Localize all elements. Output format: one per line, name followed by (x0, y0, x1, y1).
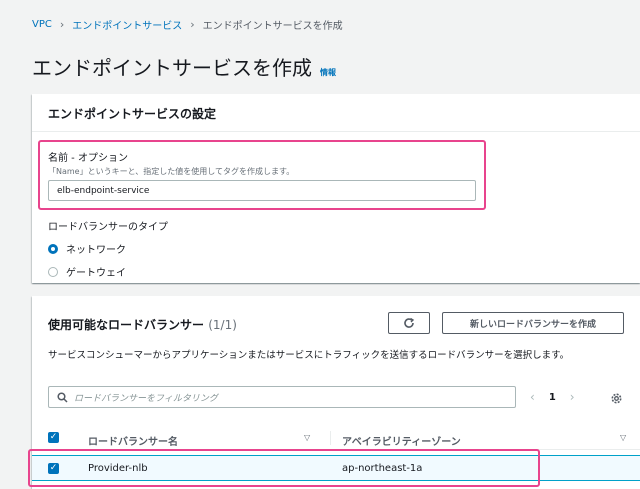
chevron-right-icon: › (59, 18, 65, 31)
row-lb-name: Provider-nlb (88, 463, 148, 474)
lb-type-label: ロードバランサーのタイプ (48, 222, 168, 233)
row-az: ap-northeast-1a (342, 463, 423, 474)
refresh-button[interactable] (388, 312, 430, 334)
lb-count: (1/1) (208, 318, 237, 332)
lb-type-group: ロードバランサーのタイプ ネットワーク ゲートウェイ (48, 218, 168, 279)
lb-panel-description: サービスコンシューマーからアプリケーションまたはサービスにトラフィックを送信する… (48, 350, 570, 361)
radio-network[interactable]: ネットワーク (48, 241, 168, 256)
page-number[interactable]: 1 (549, 392, 556, 403)
page-title: エンドポイントサービスを作成 情報 (32, 52, 336, 81)
name-input[interactable] (48, 180, 476, 201)
filter-input[interactable]: ロードバランサーをフィルタリング (48, 386, 516, 408)
row-checkbox[interactable]: ✓ (48, 463, 59, 474)
filter-placeholder: ロードバランサーをフィルタリング (74, 393, 218, 404)
name-field-group: 名前 - オプション 「Name」というキーと、指定した値を使用してタグを作成し… (48, 149, 294, 177)
radio-checked-icon[interactable] (48, 243, 58, 254)
sort-down-icon[interactable]: ▽ (304, 433, 310, 442)
radio-network-label: ネットワーク (66, 245, 126, 256)
breadcrumb-current: エンドポイントサービスを作成 (202, 21, 343, 32)
load-balancers-panel: 使用可能なロードバランサー (1/1) 新しいロードバランサーを作成 サービスコ… (28, 296, 640, 489)
gear-icon[interactable] (610, 390, 623, 409)
breadcrumb: VPC › エンドポイントサービス › エンドポイントサービスを作成 (32, 17, 343, 32)
settings-panel-header: エンドポイントサービスの設定 (32, 94, 640, 132)
lb-panel-header: 使用可能なロードバランサー (1/1) (48, 316, 237, 333)
column-availability-zone[interactable]: アベイラビリティーゾーン (342, 433, 461, 448)
name-label: 名前 - オプション (48, 153, 128, 164)
endpoint-service-settings-panel: エンドポイントサービスの設定 名前 - オプション 「Name」というキーと、指… (32, 94, 640, 283)
lb-panel-title: 使用可能なロードバランサー (48, 318, 205, 332)
radio-gateway-label: ゲートウェイ (66, 268, 126, 279)
breadcrumb-vpc[interactable]: VPC (32, 19, 52, 30)
pagination: ‹ 1 › (530, 390, 575, 404)
name-description: 「Name」というキーと、指定した値を使用してタグを作成します。 (48, 167, 295, 176)
info-link[interactable]: 情報 (320, 67, 336, 78)
column-divider (330, 431, 331, 445)
sort-down-icon[interactable]: ▽ (620, 433, 626, 442)
column-lb-name[interactable]: ロードバランサー名 (88, 433, 178, 448)
breadcrumb-endpoint-services[interactable]: エンドポイントサービス (72, 17, 182, 32)
radio-unchecked-icon[interactable] (48, 266, 58, 277)
table-header: ✓ ロードバランサー名 ▽ アベイラビリティーゾーン ▽ (32, 426, 640, 450)
chevron-right-icon: › (190, 18, 195, 31)
search-icon (57, 391, 68, 403)
table-row[interactable]: ✓ Provider-nlb ap-northeast-1a (32, 455, 640, 481)
select-all-checkbox[interactable]: ✓ (48, 432, 59, 443)
refresh-icon (404, 317, 415, 328)
chevron-left-icon[interactable]: ‹ (530, 390, 535, 404)
create-load-balancer-button[interactable]: 新しいロードバランサーを作成 (442, 312, 624, 334)
chevron-right-icon[interactable]: › (570, 390, 575, 404)
radio-gateway[interactable]: ゲートウェイ (48, 264, 168, 279)
page-title-text: エンドポイントサービスを作成 (32, 56, 312, 80)
